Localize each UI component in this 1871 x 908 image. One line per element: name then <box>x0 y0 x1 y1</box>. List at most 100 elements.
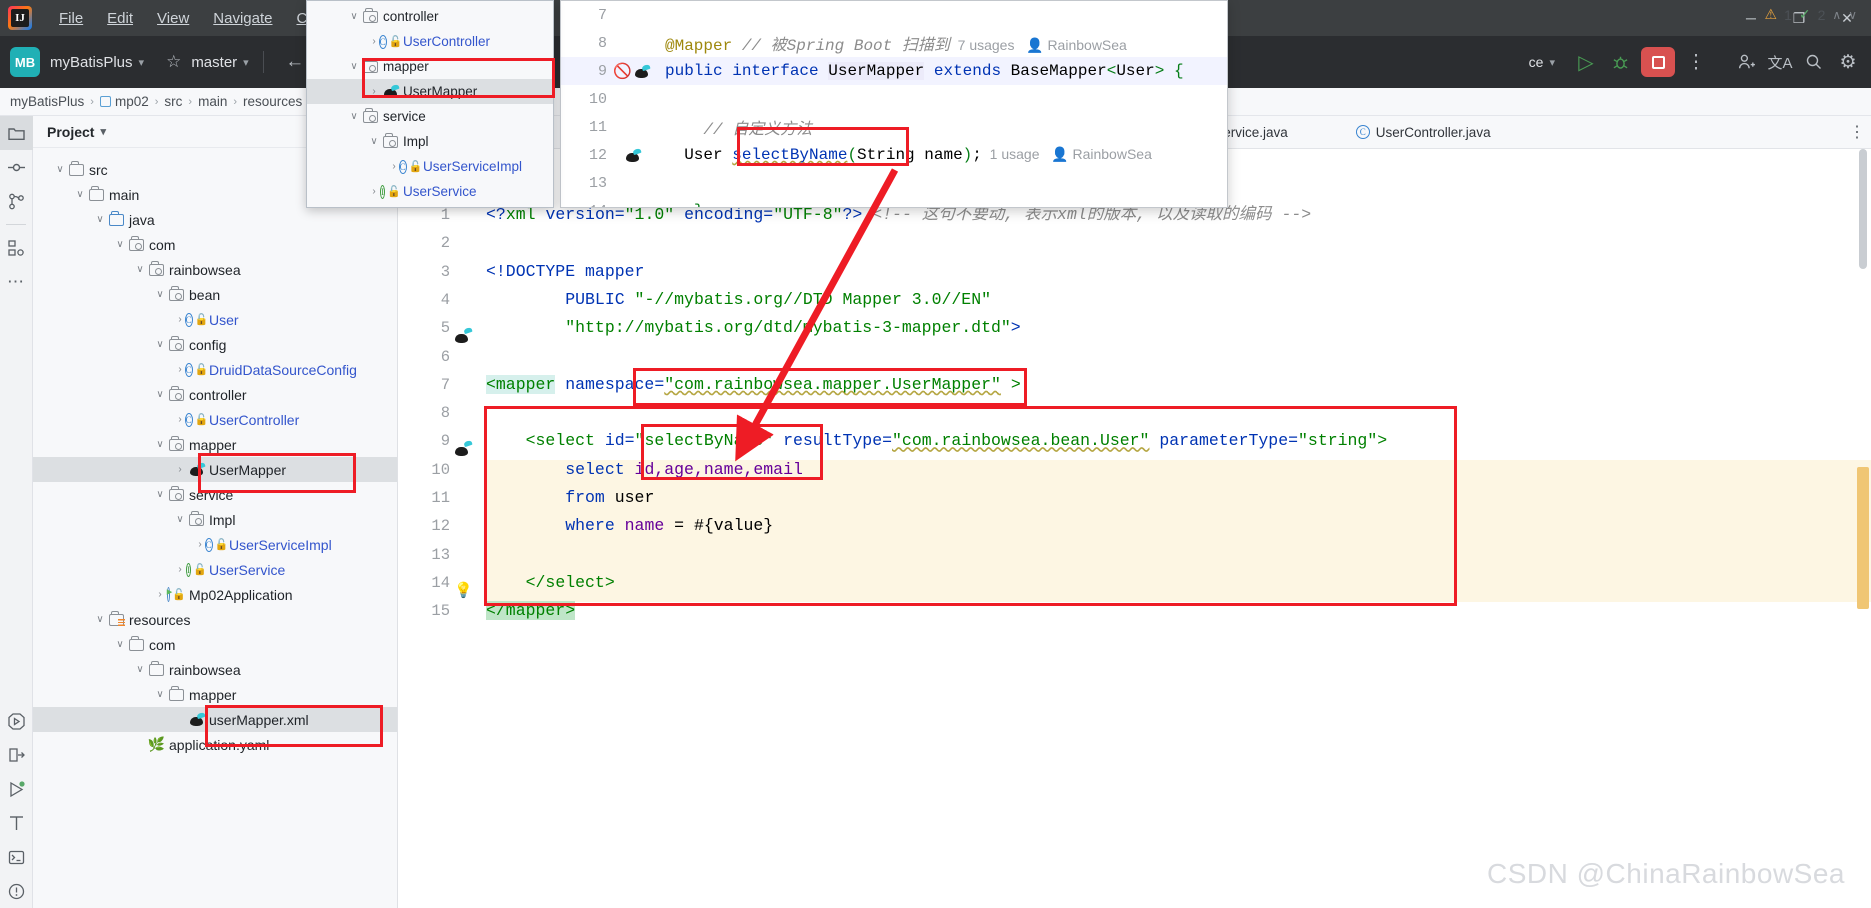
no-entry-icon[interactable]: 🚫 <box>613 62 632 81</box>
branch-chevron-down-icon[interactable]: ▾ <box>243 56 249 69</box>
chevron-down-icon[interactable]: ∨ <box>113 639 127 650</box>
branch-name-label[interactable]: master <box>191 54 237 71</box>
tree-row[interactable]: ∨ controller <box>307 4 553 29</box>
tree-row[interactable]: ∨ controller <box>33 382 397 407</box>
tree-row[interactable]: ∨ bean <box>33 282 397 307</box>
translate-icon[interactable]: 文A <box>1763 45 1797 79</box>
editor-line[interactable]: 14 </select> <box>398 569 1871 597</box>
settings-gear-icon[interactable]: ⚙ <box>1831 45 1865 79</box>
line-gutter[interactable] <box>452 258 482 286</box>
line-gutter[interactable] <box>452 597 482 625</box>
editor-line[interactable]: 15 </mapper> <box>398 597 1871 625</box>
debug-tool-window-icon[interactable] <box>0 772 33 806</box>
chevron-right-icon[interactable]: › <box>367 186 381 197</box>
tree-row[interactable]: › I 🔓 UserService <box>33 557 397 582</box>
chevron-down-icon[interactable]: ∨ <box>153 389 167 400</box>
tree-row[interactable]: › UserMapper <box>307 79 553 104</box>
editor-line[interactable]: 4 PUBLIC "-//mybatis.org//DTD Mapper 3.0… <box>398 286 1871 314</box>
chevron-down-icon[interactable]: ∨ <box>173 514 187 525</box>
tree-row[interactable]: ∨ mapper <box>33 432 397 457</box>
more-actions-icon[interactable]: ⋮ <box>1679 45 1713 79</box>
menu-file[interactable]: File <box>50 6 92 31</box>
line-gutter[interactable] <box>452 343 482 371</box>
line-gutter[interactable] <box>452 286 482 314</box>
breadcrumb-item-main[interactable]: main <box>194 94 231 109</box>
terminal-tool-window-icon[interactable] <box>0 840 33 874</box>
menu-edit[interactable]: Edit <box>98 6 142 31</box>
editor-line[interactable]: 11 from user <box>398 484 1871 512</box>
chevron-down-icon[interactable]: ∨ <box>53 164 67 175</box>
run-button[interactable]: ▷ <box>1569 45 1603 79</box>
tree-row[interactable]: ∨ mapper <box>307 54 553 79</box>
chevron-down-icon[interactable]: ∨ <box>93 614 107 625</box>
tree-row[interactable]: › C 🔓 UserController <box>33 407 397 432</box>
mybatis-icon[interactable] <box>625 149 641 162</box>
chevron-down-icon[interactable]: ∨ <box>347 111 361 122</box>
tree-row[interactable]: › C 🔓 User <box>33 307 397 332</box>
tree-row[interactable]: ∨ java <box>33 207 397 232</box>
line-gutter[interactable] <box>452 229 482 257</box>
tree-row[interactable]: ∨ Impl <box>307 129 553 154</box>
run-configuration-label[interactable]: ce <box>1529 54 1544 70</box>
chevron-right-icon[interactable]: › <box>173 564 187 575</box>
line-gutter[interactable] <box>452 484 482 512</box>
chevron-down-icon[interactable]: ∨ <box>367 136 381 147</box>
build-tool-window-icon[interactable] <box>0 806 33 840</box>
tree-row[interactable]: › C 🔓 UserController <box>307 29 553 54</box>
tree-row[interactable]: ∨ service <box>33 482 397 507</box>
gutter-intention-bulb-icon[interactable]: 💡 <box>454 581 473 600</box>
line-gutter[interactable] <box>452 371 482 399</box>
tree-row[interactable]: ∨ mapper <box>33 682 397 707</box>
chevron-down-icon[interactable]: ∨ <box>73 189 87 200</box>
editor-line[interactable]: 12 where name = #{value} <box>398 512 1871 540</box>
gutter-mybatis-icon[interactable] <box>454 441 472 456</box>
editor-line[interactable]: 6 <box>398 343 1871 371</box>
line-gutter[interactable] <box>452 541 482 569</box>
chevron-down-icon[interactable]: ∨ <box>133 264 147 275</box>
editor-line[interactable]: 8 <box>398 399 1871 427</box>
menu-view[interactable]: View <box>148 6 198 31</box>
line-gutter[interactable] <box>452 399 482 427</box>
chevron-down-icon[interactable]: ∨ <box>93 214 107 225</box>
menu-navigate[interactable]: Navigate <box>204 6 281 31</box>
chevron-down-icon[interactable]: ∨ <box>347 61 361 72</box>
tree-row[interactable]: userMapper.xml <box>33 707 397 732</box>
chevron-down-icon[interactable]: ∨ <box>153 289 167 300</box>
tree-row[interactable]: ∨ Impl <box>33 507 397 532</box>
editor-scrollbar-thumb[interactable] <box>1859 149 1867 269</box>
line-gutter[interactable] <box>452 456 482 484</box>
tree-row[interactable]: ∨ com <box>33 232 397 257</box>
services-tool-window-icon[interactable] <box>0 738 33 772</box>
line-gutter[interactable] <box>452 512 482 540</box>
editor-line[interactable]: 9 <select id="selectByName" resultType="… <box>398 427 1871 455</box>
breadcrumb-item-resources[interactable]: resources <box>239 94 306 109</box>
tree-row[interactable]: › C 🔓 UserServiceImpl <box>307 154 553 179</box>
tree-row[interactable]: ∨ rainbowsea <box>33 257 397 282</box>
chevron-right-icon[interactable]: › <box>367 86 381 97</box>
chevron-down-icon[interactable]: ∨ <box>153 439 167 450</box>
chevron-down-icon[interactable]: ∨ <box>347 11 361 22</box>
tree-row[interactable]: › UserMapper <box>33 457 397 482</box>
tree-row[interactable]: › C 🔓 UserServiceImpl <box>33 532 397 557</box>
chevron-down-icon[interactable]: ∨ <box>153 339 167 350</box>
chevron-right-icon[interactable]: › <box>173 464 187 475</box>
search-everywhere-icon[interactable] <box>1797 45 1831 79</box>
more-tool-windows-icon[interactable]: ⋯ <box>0 265 33 299</box>
mybatis-icon[interactable] <box>634 65 650 78</box>
stop-button[interactable] <box>1641 47 1675 77</box>
tree-row[interactable]: › C 🔓 DruidDataSourceConfig <box>33 357 397 382</box>
chevron-right-icon[interactable]: › <box>153 589 167 600</box>
chevron-down-icon[interactable]: ∨ <box>153 489 167 500</box>
tree-row[interactable]: ∨ service <box>307 104 553 129</box>
tree-row[interactable]: ∨ rainbowsea <box>33 657 397 682</box>
tree-row[interactable]: › 🔓Mp02Application <box>33 582 397 607</box>
debug-button[interactable] <box>1603 45 1637 79</box>
project-chevron-down-icon[interactable]: ▾ <box>139 56 145 69</box>
prev-problem-icon[interactable]: ∧ <box>1832 8 1841 22</box>
add-account-icon[interactable] <box>1729 45 1763 79</box>
run-tool-window-icon[interactable] <box>0 704 33 738</box>
pull-requests-tool-window-icon[interactable] <box>0 184 33 218</box>
problems-tool-window-icon[interactable] <box>0 874 33 908</box>
project-tool-window-icon[interactable] <box>0 116 33 150</box>
editor-line[interactable]: 13 <box>398 541 1871 569</box>
